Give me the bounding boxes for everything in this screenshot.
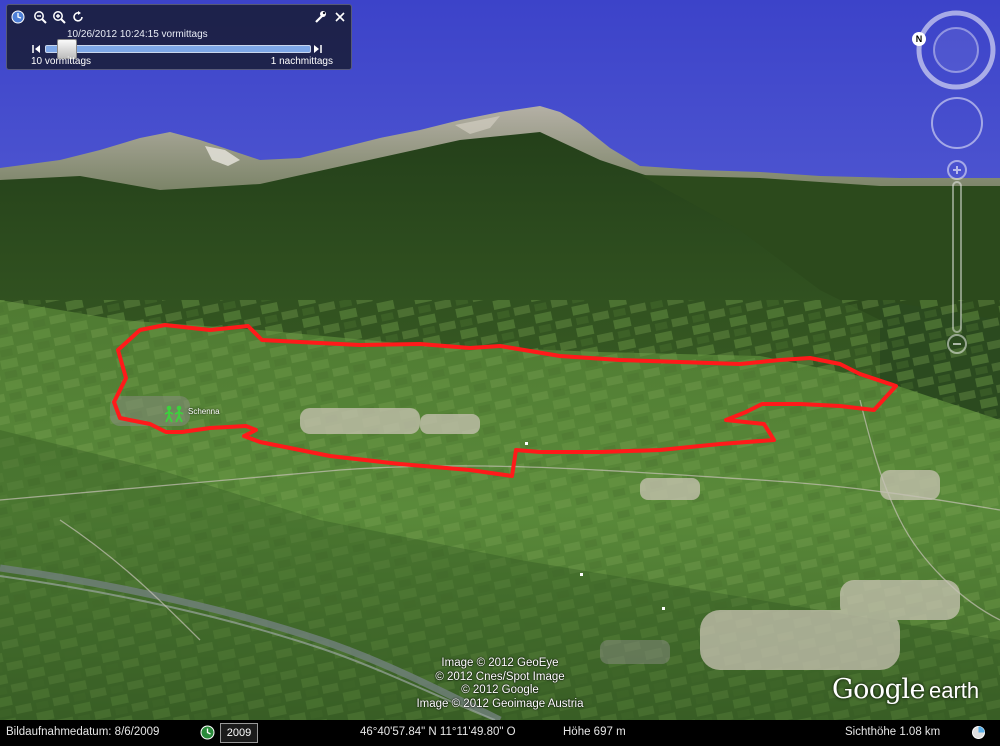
eye-altitude: Sichthöhe 1.08 km xyxy=(845,726,941,738)
status-bar: Bildaufnahmedatum: 8/6/2009 2009 46°40'5… xyxy=(0,720,1000,746)
historical-imagery-clock-icon[interactable] xyxy=(200,725,215,740)
reset-icon[interactable] xyxy=(71,10,85,24)
cursor-coordinates: 46°40'57.84" N 11°11'49.80" O xyxy=(360,726,516,738)
brand-google: Google xyxy=(832,674,925,705)
current-time-readout: 10/26/2012 10:24:15 vormittags xyxy=(67,29,208,40)
imagery-credits: Image © 2012 GeoEye © 2012 Cnes/Spot Ima… xyxy=(410,657,590,711)
placemark-label[interactable]: Schenna xyxy=(188,407,220,416)
look-joystick[interactable] xyxy=(930,96,984,150)
google-earth-logo: Google earth xyxy=(832,674,979,705)
cursor-elevation: Höhe 697 m xyxy=(563,726,626,738)
credit-line: © 2012 Cnes/Spot Image xyxy=(435,670,565,683)
close-icon[interactable] xyxy=(333,10,347,24)
map-terrain[interactable] xyxy=(0,0,1000,746)
zoom-in-icon[interactable] xyxy=(52,10,66,24)
timeline-end-label: 1 nachmittags xyxy=(270,56,333,67)
streaming-indicator-icon xyxy=(972,726,985,739)
hiker-placemark-icon[interactable] xyxy=(164,405,186,428)
compass-ring[interactable] xyxy=(916,10,996,90)
imagery-year-button[interactable]: 2009 xyxy=(220,723,258,743)
step-forward-icon[interactable] xyxy=(313,44,322,54)
credit-line: Image © 2012 Geoimage Austria xyxy=(416,697,584,710)
credit-line: Image © 2012 GeoEye xyxy=(441,657,559,669)
clock-icon[interactable] xyxy=(11,10,25,24)
brand-earth: earth xyxy=(928,678,980,703)
zoom-out-icon[interactable] xyxy=(33,10,47,24)
wrench-icon[interactable] xyxy=(313,10,327,24)
step-back-icon[interactable] xyxy=(32,44,41,54)
credit-line: © 2012 Google xyxy=(461,684,539,697)
time-slider-panel: 10/26/2012 10:24:15 vormittags 10 vormit… xyxy=(6,4,352,70)
timeline-start-label: 10 vormittags xyxy=(31,56,92,67)
imagery-date: Bildaufnahmedatum: 8/6/2009 xyxy=(6,726,160,738)
zoom-slider[interactable] xyxy=(942,158,972,358)
north-indicator[interactable]: N xyxy=(912,32,926,46)
time-slider-track[interactable] xyxy=(45,45,311,53)
